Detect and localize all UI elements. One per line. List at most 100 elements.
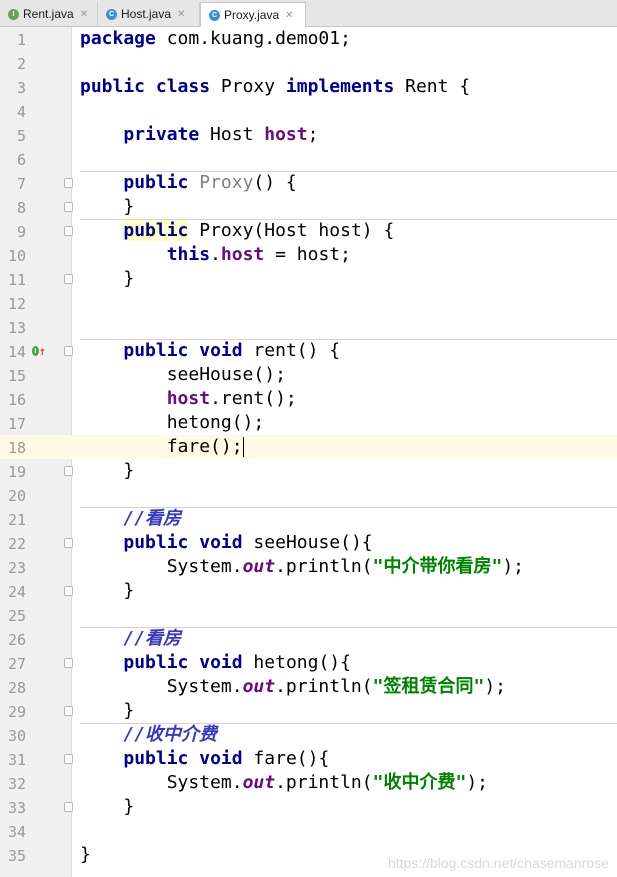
code-text: public void seeHouse(){ (123, 532, 373, 553)
class-icon: C (209, 9, 220, 21)
line-number: 6 (16, 151, 26, 169)
line-number: 2 (16, 55, 26, 73)
close-icon[interactable]: ✕ (177, 9, 185, 20)
code-text: public void hetong(){ (123, 652, 351, 673)
line-number: 16 (7, 391, 26, 409)
code-text: fare(); (166, 436, 244, 457)
code-text: } (123, 460, 135, 481)
line-number: 20 (7, 487, 26, 505)
line-number: 27 (7, 655, 26, 673)
code-line[interactable]: 20 (0, 483, 617, 507)
code-line[interactable]: 9 public Proxy(Host host) { (0, 219, 617, 243)
interface-icon: I (8, 8, 19, 20)
code-line[interactable]: 29 } (0, 699, 617, 723)
code-line[interactable]: 28 System.out.println("签租赁合同"); (0, 675, 617, 699)
tab-rent-java[interactable]: I Rent.java ✕ (0, 2, 98, 26)
code-line[interactable]: 15 seeHouse(); (0, 363, 617, 387)
code-line[interactable]: 7 public Proxy() { (0, 171, 617, 195)
tab-proxy-java[interactable]: C Proxy.java ✕ (200, 2, 306, 27)
fold-icon[interactable] (64, 274, 73, 284)
code-line[interactable]: 24 } (0, 579, 617, 603)
close-icon[interactable]: ✕ (285, 10, 293, 21)
line-number: 23 (7, 559, 26, 577)
line-number: 34 (7, 823, 26, 841)
code-line[interactable]: 10 this.host = host; (0, 243, 617, 267)
line-number: 11 (7, 271, 26, 289)
close-icon[interactable]: ✕ (80, 9, 88, 20)
code-line[interactable]: 12 (0, 291, 617, 315)
fold-icon[interactable] (64, 202, 73, 212)
fold-icon[interactable] (64, 178, 73, 188)
line-number: 12 (7, 295, 26, 313)
line-number: 24 (7, 583, 26, 601)
code-line[interactable]: 11 } (0, 267, 617, 291)
code-text: } (123, 268, 135, 289)
code-line[interactable]: 34 (0, 819, 617, 843)
code-line[interactable]: 16 host.rent(); (0, 387, 617, 411)
code-line[interactable]: 30 //收中介费 (0, 723, 617, 747)
code-text: public Proxy(Host host) { (123, 220, 395, 241)
code-line[interactable]: 33 } (0, 795, 617, 819)
fold-icon[interactable] (64, 706, 73, 716)
code-text: public void fare(){ (123, 748, 330, 769)
fold-icon[interactable] (64, 538, 73, 548)
code-line[interactable]: 4 (0, 99, 617, 123)
code-text: public void rent() { (123, 340, 341, 361)
fold-icon[interactable] (64, 802, 73, 812)
line-number: 21 (7, 511, 26, 529)
line-number: 26 (7, 631, 26, 649)
line-number: 33 (7, 799, 26, 817)
watermark: https://blog.csdn.net/chasemanrose (387, 855, 609, 871)
code-line[interactable]: 8 } (0, 195, 617, 219)
code-line[interactable]: 1 package com.kuang.demo01; (0, 27, 617, 51)
current-code-line[interactable]: 18 fare(); (0, 435, 617, 459)
fold-icon[interactable] (64, 754, 73, 764)
line-number: 5 (16, 127, 26, 145)
code-line[interactable]: 25 (0, 603, 617, 627)
code-line[interactable]: 31 public void fare(){ (0, 747, 617, 771)
code-line[interactable]: 14 I ↑ public void rent() { (0, 339, 617, 363)
line-number: 10 (7, 247, 26, 265)
line-number: 4 (16, 103, 26, 121)
code-line[interactable]: 19 } (0, 459, 617, 483)
code-text: public Proxy() { (123, 172, 297, 193)
line-number: 7 (16, 175, 26, 193)
tab-label: Host.java (121, 7, 172, 21)
code-editor[interactable]: 1 package com.kuang.demo01; 2 3 public c… (0, 27, 617, 877)
line-number: 14 (7, 343, 26, 361)
code-text: private Host host; (123, 124, 319, 145)
code-line[interactable]: 2 (0, 51, 617, 75)
code-line[interactable]: 32 System.out.println("收中介费"); (0, 771, 617, 795)
code-text: seeHouse(); (166, 364, 286, 385)
fold-icon[interactable] (64, 658, 73, 668)
code-line[interactable]: 26 //看房 (0, 627, 617, 651)
code-line[interactable]: 27 public void hetong(){ (0, 651, 617, 675)
tab-host-java[interactable]: C Host.java ✕ (98, 2, 200, 26)
code-line[interactable]: 13 (0, 315, 617, 339)
code-text: } (123, 580, 135, 601)
line-number: 8 (16, 199, 26, 217)
code-line[interactable]: 5 private Host host; (0, 123, 617, 147)
line-number: 1 (16, 31, 26, 49)
fold-icon[interactable] (64, 226, 73, 236)
code-line[interactable]: 17 hetong(); (0, 411, 617, 435)
code-line[interactable]: 23 System.out.println("中介带你看房"); (0, 555, 617, 579)
code-line[interactable]: 22 public void seeHouse(){ (0, 531, 617, 555)
fold-icon[interactable] (64, 466, 73, 476)
line-number: 17 (7, 415, 26, 433)
fold-icon[interactable] (64, 346, 73, 356)
code-line[interactable]: 21 //看房 (0, 507, 617, 531)
code-line[interactable]: 3 public class Proxy implements Rent { (0, 75, 617, 99)
line-number: 30 (7, 727, 26, 745)
code-text: } (123, 796, 135, 817)
tab-label: Rent.java (23, 7, 74, 21)
code-text: System.out.println("收中介费"); (166, 772, 488, 793)
implements-method-icon[interactable]: I ↑ (32, 344, 46, 358)
fold-icon[interactable] (64, 586, 73, 596)
line-number: 9 (16, 223, 26, 241)
code-text: //收中介费 (123, 724, 218, 745)
line-number: 18 (7, 439, 26, 457)
code-line[interactable]: 6 (0, 147, 617, 171)
line-number: 35 (7, 847, 26, 865)
code-text: System.out.println("中介带你看房"); (166, 556, 524, 577)
